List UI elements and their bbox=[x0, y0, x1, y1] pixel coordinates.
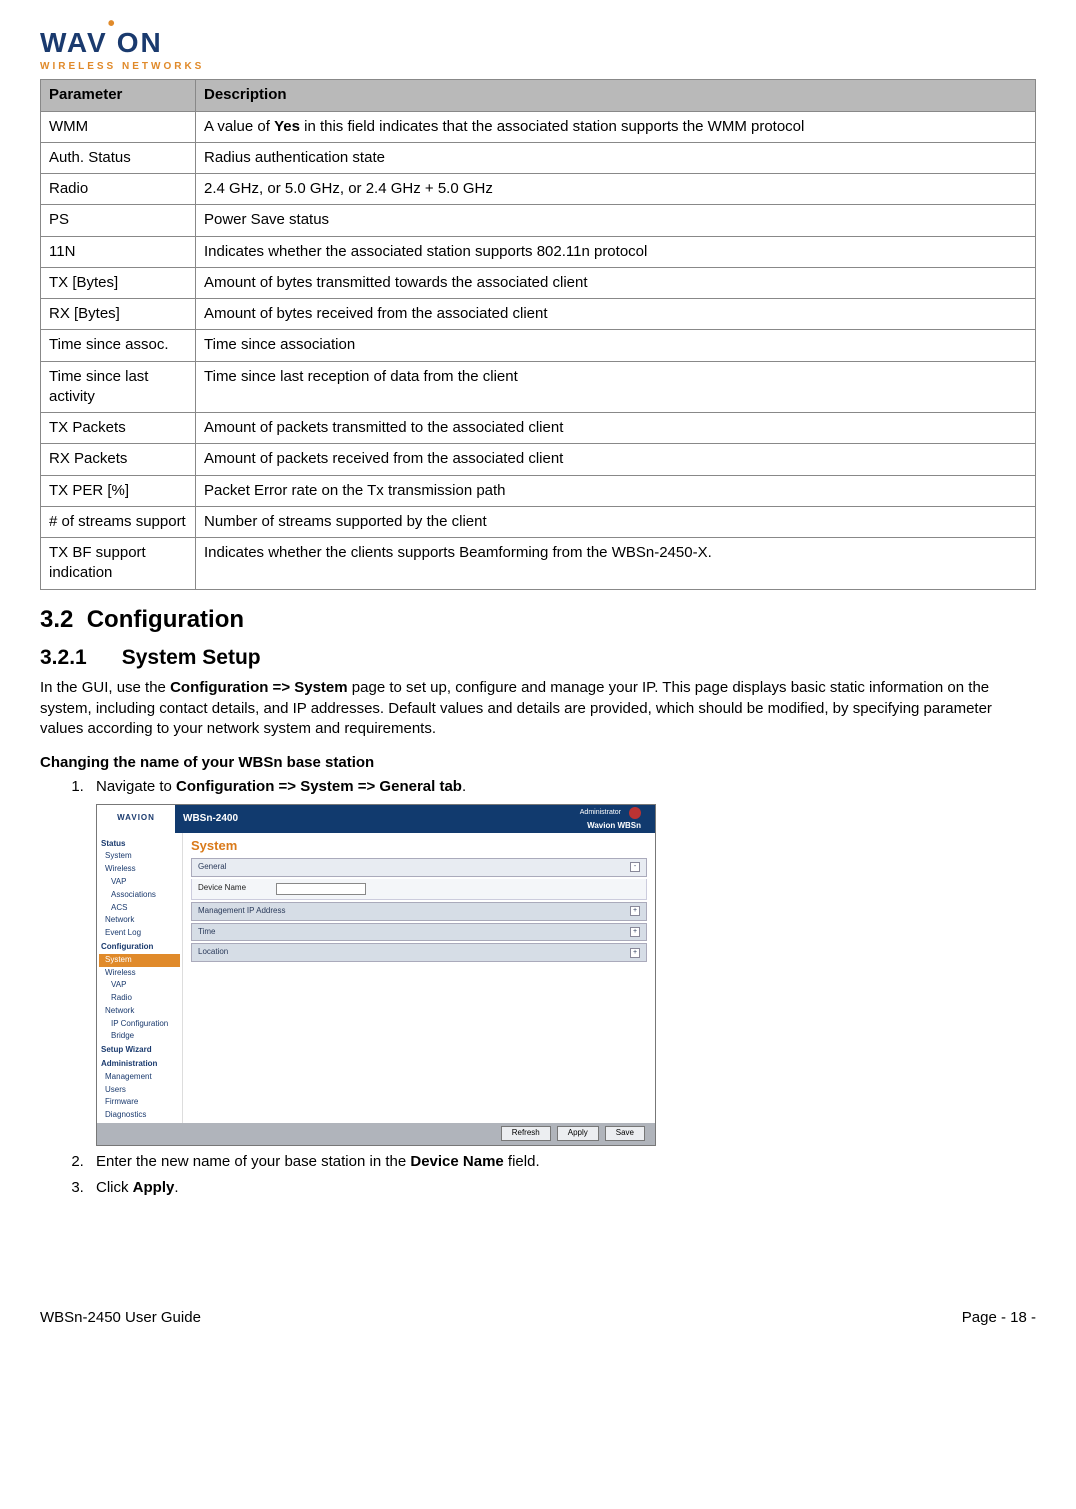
embed-content: System General - Device Name Management … bbox=[183, 833, 655, 1123]
sidebar-item[interactable]: Users bbox=[99, 1084, 180, 1097]
embedded-screenshot: WAVION WBSn-2400 Administrator Wavion WB… bbox=[96, 804, 656, 1146]
table-row: Radio2.4 GHz, or 5.0 GHz, or 2.4 GHz + 5… bbox=[41, 174, 1036, 205]
sidebar-item[interactable]: System bbox=[99, 850, 180, 863]
sidebar-item[interactable]: Event Log bbox=[99, 927, 180, 940]
device-name-label: Device Name bbox=[198, 883, 276, 894]
sidebar-group-admin[interactable]: Administration bbox=[99, 1057, 180, 1071]
logout-icon[interactable] bbox=[629, 807, 641, 819]
table-row: PSPower Save status bbox=[41, 205, 1036, 236]
footer-right: Page - 18 - bbox=[962, 1308, 1036, 1328]
parameter-table: Parameter Description WMM A value of Yes… bbox=[40, 79, 1036, 589]
sidebar-group-status[interactable]: Status bbox=[99, 837, 180, 851]
logo-dot-icon: • bbox=[108, 20, 117, 28]
apply-button[interactable]: Apply bbox=[557, 1126, 599, 1141]
embed-button-bar: Refresh Apply Save bbox=[97, 1123, 655, 1145]
sidebar-item[interactable]: Wireless bbox=[99, 863, 180, 876]
table-row: TX PER [%]Packet Error rate on the Tx tr… bbox=[41, 475, 1036, 506]
save-button[interactable]: Save bbox=[605, 1126, 645, 1141]
collapse-icon[interactable]: - bbox=[630, 862, 640, 872]
section-heading: 3.2 Configuration bbox=[40, 604, 1036, 636]
page-footer: WBSn-2450 User Guide Page - 18 - bbox=[40, 1308, 1036, 1328]
sidebar-group-config[interactable]: Configuration bbox=[99, 940, 180, 954]
sidebar-group-wizard[interactable]: Setup Wizard bbox=[99, 1043, 180, 1057]
embed-admin-label: Administrator bbox=[580, 808, 621, 817]
panel-location[interactable]: Location + bbox=[191, 943, 647, 962]
expand-icon[interactable]: + bbox=[630, 948, 640, 958]
table-row: TX PacketsAmount of packets transmitted … bbox=[41, 413, 1036, 444]
subsection-heading: 3.2.1 System Setup bbox=[40, 644, 1036, 672]
param-cell: WMM bbox=[41, 111, 196, 142]
sidebar-item[interactable]: Firmware bbox=[99, 1096, 180, 1109]
form-row-device-name: Device Name bbox=[191, 879, 647, 900]
device-name-input[interactable] bbox=[276, 883, 366, 895]
expand-icon[interactable]: + bbox=[630, 906, 640, 916]
embed-logo: WAVION bbox=[97, 805, 175, 833]
sidebar-item[interactable]: VAP bbox=[99, 876, 180, 889]
table-row: 11NIndicates whether the associated stat… bbox=[41, 236, 1036, 267]
table-row: TX [Bytes]Amount of bytes transmitted to… bbox=[41, 267, 1036, 298]
sidebar-item[interactable]: Network bbox=[99, 1005, 180, 1018]
table-row: Auth. StatusRadius authentication state bbox=[41, 142, 1036, 173]
sidebar-item[interactable]: Radio bbox=[99, 992, 180, 1005]
table-row: Time since assoc.Time since association bbox=[41, 330, 1036, 361]
sidebar-item-selected[interactable]: System bbox=[99, 954, 180, 967]
table-row: TX BF support indicationIndicates whethe… bbox=[41, 538, 1036, 590]
th-description: Description bbox=[196, 80, 1036, 111]
sidebar-item[interactable]: Bridge bbox=[99, 1030, 180, 1043]
procedure-heading: Changing the name of your WBSn base stat… bbox=[40, 753, 1036, 773]
embed-subtitle: Wavion WBSn bbox=[587, 821, 641, 832]
panel-mgmt-ip[interactable]: Management IP Address + bbox=[191, 902, 647, 921]
panel-general[interactable]: General - bbox=[191, 858, 647, 877]
th-parameter: Parameter bbox=[41, 80, 196, 111]
desc-cell: A value of Yes in this field indicates t… bbox=[196, 111, 1036, 142]
logo-subtitle: WIRELESS NETWORKS bbox=[40, 60, 1036, 74]
sidebar-item[interactable]: ACS bbox=[99, 902, 180, 915]
step-1: Navigate to Configuration => System => G… bbox=[88, 777, 1036, 1145]
brand-logo: WAV•ON WIRELESS NETWORKS bbox=[40, 24, 1036, 73]
footer-left: WBSn-2450 User Guide bbox=[40, 1308, 201, 1328]
embed-sidebar: Status System Wireless VAP Associations … bbox=[97, 833, 183, 1123]
sidebar-item[interactable]: Wireless bbox=[99, 967, 180, 980]
step-2: Enter the new name of your base station … bbox=[88, 1152, 1036, 1172]
intro-paragraph: In the GUI, use the Configuration => Sys… bbox=[40, 678, 1036, 739]
sidebar-item[interactable]: Network bbox=[99, 914, 180, 927]
table-row: RX PacketsAmount of packets received fro… bbox=[41, 444, 1036, 475]
embed-header: WAVION WBSn-2400 Administrator Wavion WB… bbox=[97, 805, 655, 833]
expand-icon[interactable]: + bbox=[630, 927, 640, 937]
logo-suffix: ON bbox=[117, 24, 163, 62]
refresh-button[interactable]: Refresh bbox=[501, 1126, 551, 1141]
table-row: RX [Bytes]Amount of bytes received from … bbox=[41, 299, 1036, 330]
table-row: WMM A value of Yes in this field indicat… bbox=[41, 111, 1036, 142]
embed-device-name: WBSn-2400 bbox=[183, 812, 238, 826]
embed-page-title: System bbox=[191, 837, 647, 855]
table-row: Time since last activityTime since last … bbox=[41, 361, 1036, 413]
procedure-steps: Navigate to Configuration => System => G… bbox=[40, 777, 1036, 1198]
logo-prefix: WAV bbox=[40, 24, 108, 62]
sidebar-item[interactable]: VAP bbox=[99, 979, 180, 992]
sidebar-item[interactable]: Diagnostics bbox=[99, 1109, 180, 1122]
sidebar-item[interactable]: Associations bbox=[99, 889, 180, 902]
table-row: # of streams supportNumber of streams su… bbox=[41, 506, 1036, 537]
panel-time[interactable]: Time + bbox=[191, 923, 647, 942]
sidebar-item[interactable]: IP Configuration bbox=[99, 1018, 180, 1031]
sidebar-item[interactable]: Management bbox=[99, 1071, 180, 1084]
step-3: Click Apply. bbox=[88, 1178, 1036, 1198]
